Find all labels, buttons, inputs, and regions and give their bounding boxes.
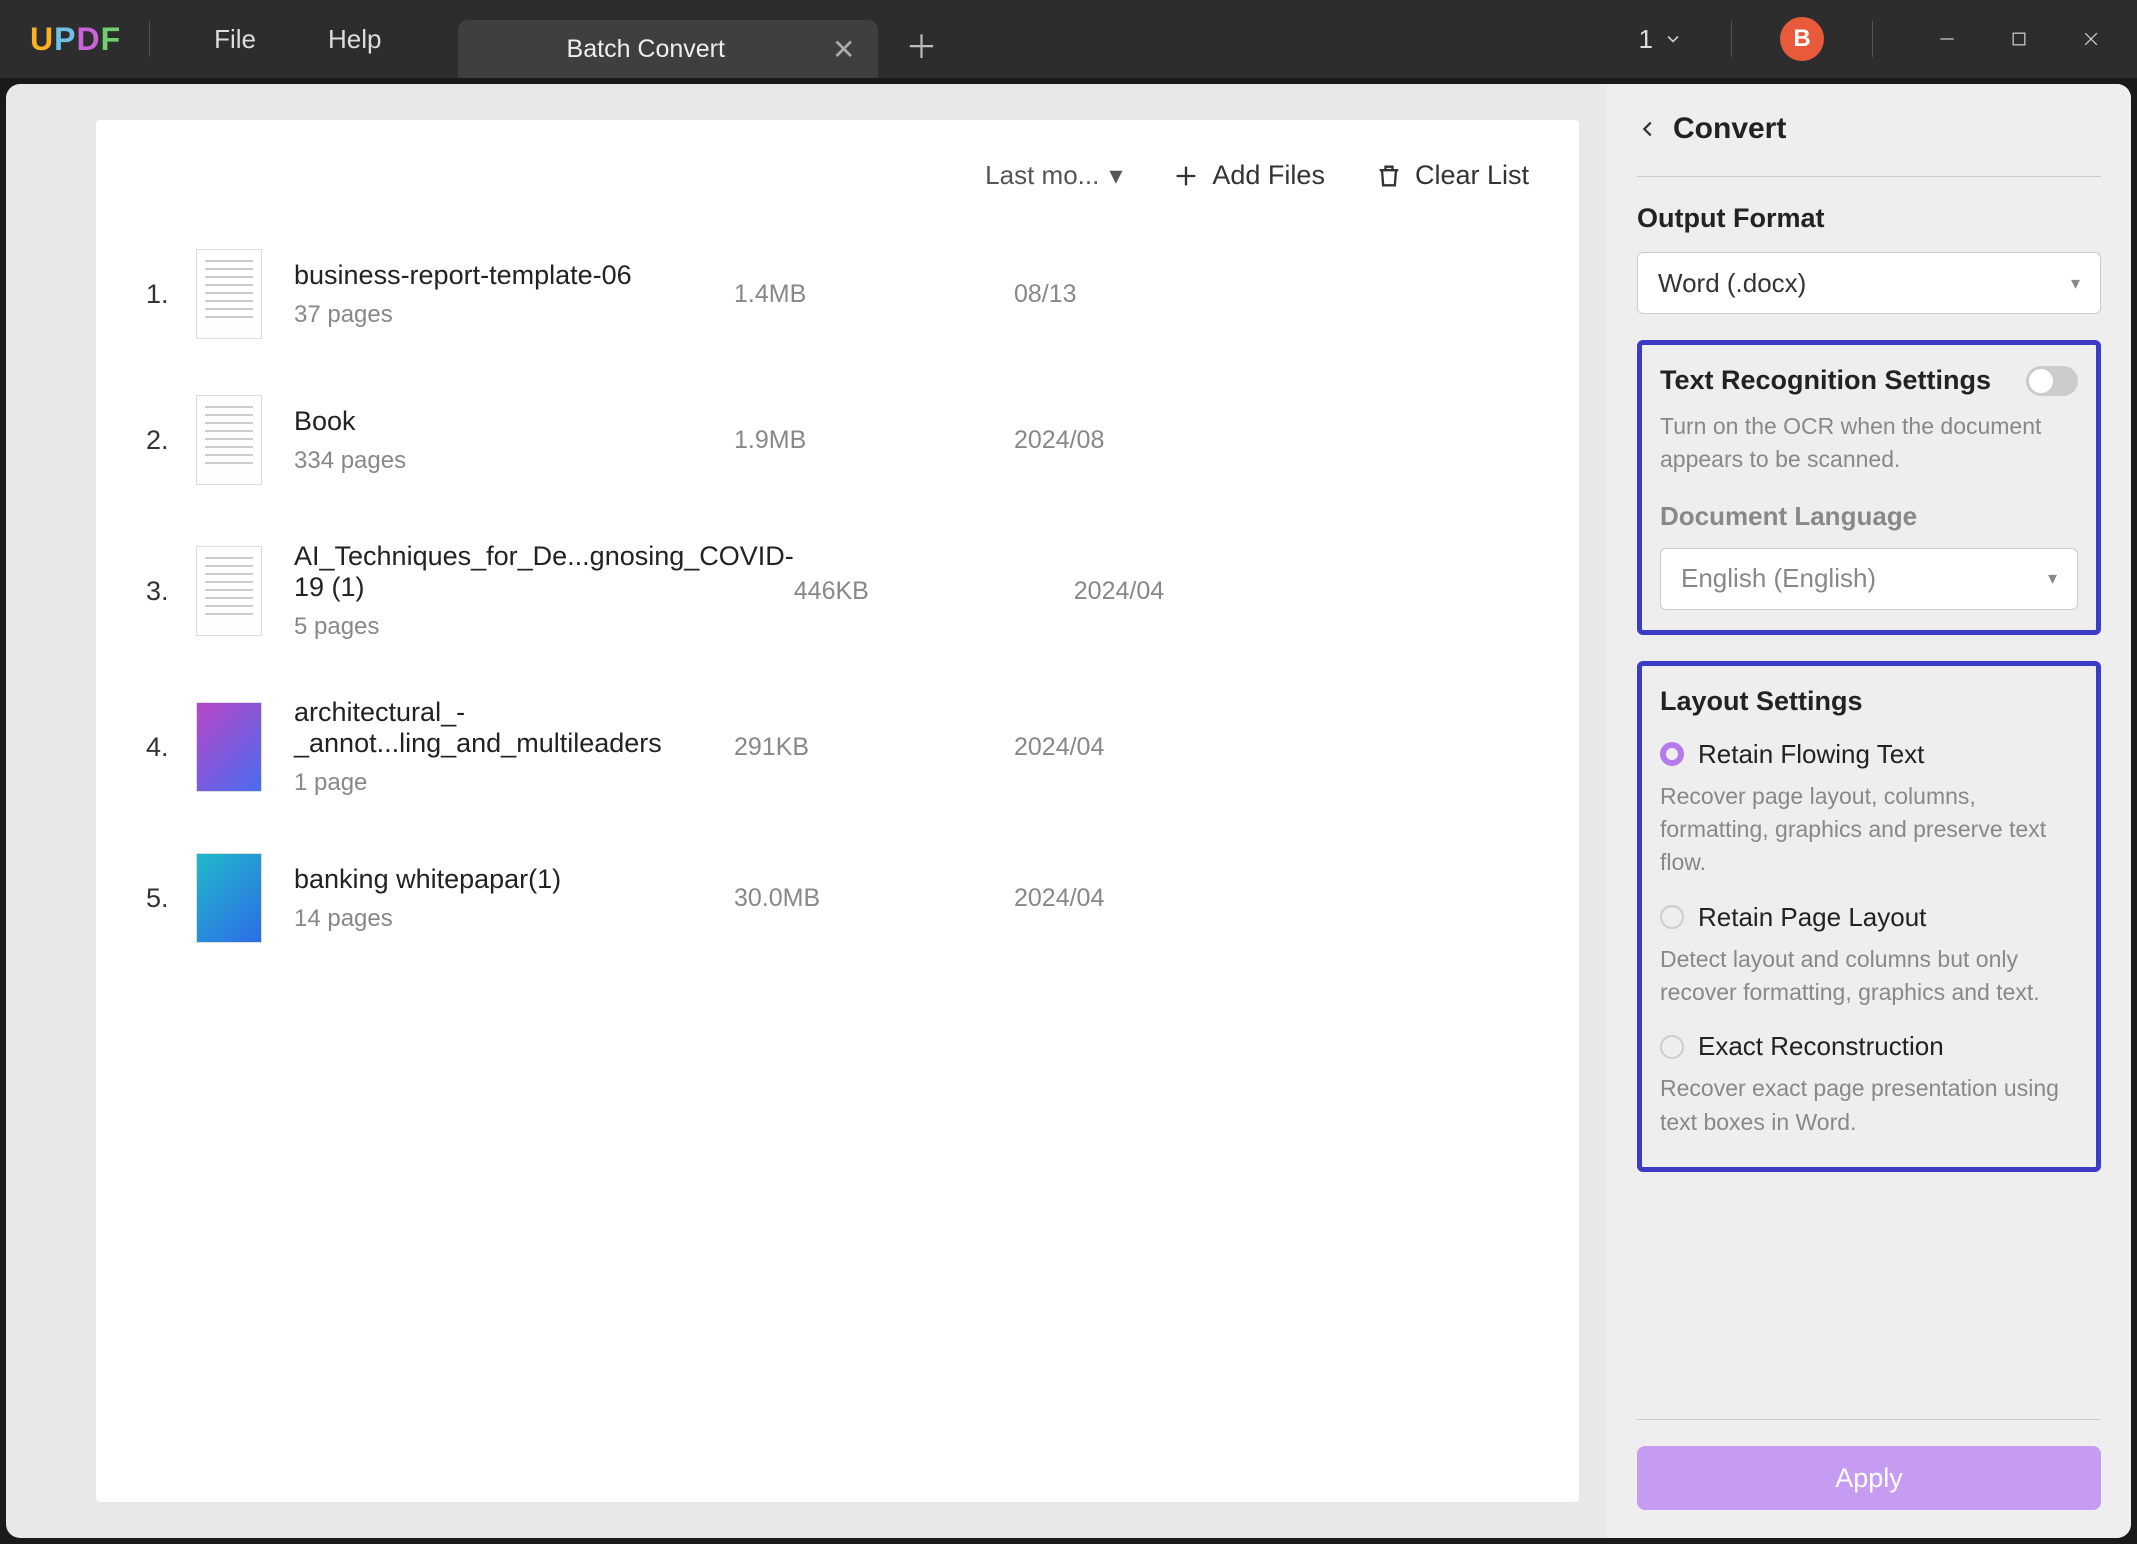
file-row[interactable]: 3. AI_Techniques_for_De...gnosing_COVID-1… [146, 513, 1529, 669]
titlebar: UPDF File Help Batch Convert ✕ ＋ 1 B [0, 0, 2137, 78]
layout-option-label: Retain Flowing Text [1698, 739, 1924, 770]
menu-help[interactable]: Help [328, 24, 381, 55]
text-recognition-box: Text Recognition Settings Turn on the OC… [1637, 340, 2101, 635]
file-date: 2024/08 [1014, 426, 1194, 455]
file-size: 1.4MB [734, 280, 1014, 309]
layout-title: Layout Settings [1660, 686, 2078, 717]
layout-option-label: Retain Page Layout [1698, 902, 1926, 933]
menu-file[interactable]: File [214, 24, 256, 55]
sidebar-title: Convert [1673, 112, 1786, 146]
layout-option-description: Detect layout and columns but only recov… [1660, 943, 2078, 1010]
caret-down-icon: ▾ [2071, 273, 2080, 294]
separator [1872, 21, 1873, 57]
file-date: 2024/04 [1074, 577, 1254, 606]
workspace: Last mo... ▾ Add Files Clear List 1. busi… [6, 84, 2131, 1538]
file-row[interactable]: 5. banking whitepapar(1) 14 pages30.0MB202… [146, 825, 1529, 971]
file-row[interactable]: 1. business-report-template-06 37 pages1.4… [146, 221, 1529, 367]
file-size: 30.0MB [734, 884, 1014, 913]
file-name: business-report-template-06 [294, 260, 734, 291]
tab-title: Batch Convert [480, 35, 813, 64]
toolbar: Last mo... ▾ Add Files Clear List [146, 150, 1529, 221]
chevron-down-icon [1663, 29, 1683, 49]
file-size: 291KB [734, 733, 1014, 762]
file-index: 4. [146, 732, 196, 763]
file-date: 2024/04 [1014, 884, 1194, 913]
file-size: 1.9MB [734, 426, 1014, 455]
trash-icon [1375, 162, 1403, 190]
sort-label: Last mo... [985, 160, 1099, 191]
apply-button[interactable]: Apply [1637, 1446, 2101, 1510]
output-format-select[interactable]: Word (.docx) ▾ [1637, 252, 2101, 314]
file-name: Book [294, 406, 734, 437]
file-list: 1. business-report-template-06 37 pages1.4… [146, 221, 1529, 1472]
radio-icon [1660, 905, 1684, 929]
output-format-label: Output Format [1637, 203, 2101, 234]
app-logo: UPDF [30, 21, 121, 58]
output-format-value: Word (.docx) [1658, 268, 1806, 299]
file-size: 446KB [794, 577, 1074, 606]
file-index: 2. [146, 425, 196, 456]
document-language-value: English (English) [1681, 563, 1876, 594]
layout-option-description: Recover page layout, columns, formatting… [1660, 780, 2078, 880]
sort-dropdown[interactable]: Last mo... ▾ [985, 160, 1122, 191]
clear-list-button[interactable]: Clear List [1375, 160, 1529, 191]
file-row[interactable]: 2. Book 334 pages1.9MB2024/08 [146, 367, 1529, 513]
file-index: 1. [146, 279, 196, 310]
file-pages: 5 pages [294, 613, 794, 641]
file-thumbnail [196, 249, 262, 339]
layout-option-label: Exact Reconstruction [1698, 1031, 1944, 1062]
document-language-select[interactable]: English (English) ▾ [1660, 548, 2078, 610]
close-icon[interactable]: ✕ [832, 33, 855, 66]
counter-value: 1 [1639, 24, 1653, 55]
file-name: AI_Techniques_for_De...gnosing_COVID-19 … [294, 541, 794, 603]
layout-radio-option[interactable]: Retain Flowing Text [1660, 739, 2078, 770]
chevron-left-icon[interactable] [1637, 118, 1659, 140]
separator [1731, 21, 1732, 57]
add-files-label: Add Files [1212, 160, 1325, 191]
file-pages: 14 pages [294, 905, 734, 933]
caret-down-icon: ▾ [1109, 160, 1122, 191]
tab-counter[interactable]: 1 [1639, 24, 1683, 55]
radio-icon [1660, 1035, 1684, 1059]
separator [1637, 176, 2101, 177]
file-date: 08/13 [1014, 280, 1194, 309]
maximize-button[interactable] [1993, 17, 2045, 61]
file-name: banking whitepapar(1) [294, 864, 734, 895]
file-thumbnail [196, 702, 262, 792]
minimize-button[interactable] [1921, 17, 1973, 61]
file-thumbnail [196, 395, 262, 485]
file-pages: 1 page [294, 769, 734, 797]
sidebar-header: Convert [1637, 112, 2101, 146]
add-files-button[interactable]: Add Files [1172, 160, 1325, 191]
file-date: 2024/04 [1014, 733, 1194, 762]
ocr-title: Text Recognition Settings [1660, 365, 1991, 396]
main-panel: Last mo... ▾ Add Files Clear List 1. busi… [96, 120, 1579, 1502]
file-pages: 37 pages [294, 301, 734, 329]
document-language-label: Document Language [1660, 501, 2078, 532]
radio-icon [1660, 742, 1684, 766]
caret-down-icon: ▾ [2048, 568, 2057, 589]
layout-radio-option[interactable]: Retain Page Layout [1660, 902, 2078, 933]
file-pages: 334 pages [294, 447, 734, 475]
user-avatar[interactable]: B [1780, 17, 1824, 61]
file-thumbnail [196, 853, 262, 943]
file-thumbnail [196, 546, 262, 636]
tab-batch-convert[interactable]: Batch Convert ✕ [458, 20, 878, 78]
plus-icon [1172, 162, 1200, 190]
file-name: architectural_-_annot...ling_and_multile… [294, 697, 734, 759]
layout-option-description: Recover exact page presentation using te… [1660, 1072, 2078, 1139]
layout-settings-box: Layout Settings Retain Flowing Text Recov… [1637, 661, 2101, 1172]
clear-list-label: Clear List [1415, 160, 1529, 191]
ocr-toggle[interactable] [2026, 366, 2078, 396]
file-index: 5. [146, 883, 196, 914]
ocr-description: Turn on the OCR when the document appear… [1660, 410, 2078, 477]
close-button[interactable] [2065, 17, 2117, 61]
file-index: 3. [146, 576, 196, 607]
new-tab-button[interactable]: ＋ [906, 22, 938, 68]
layout-radio-option[interactable]: Exact Reconstruction [1660, 1031, 2078, 1062]
separator [1637, 1419, 2101, 1420]
separator [149, 21, 150, 57]
sidebar: Convert Output Format Word (.docx) ▾ Tex… [1607, 84, 2131, 1538]
file-row[interactable]: 4. architectural_-_annot...ling_and_multi… [146, 669, 1529, 825]
